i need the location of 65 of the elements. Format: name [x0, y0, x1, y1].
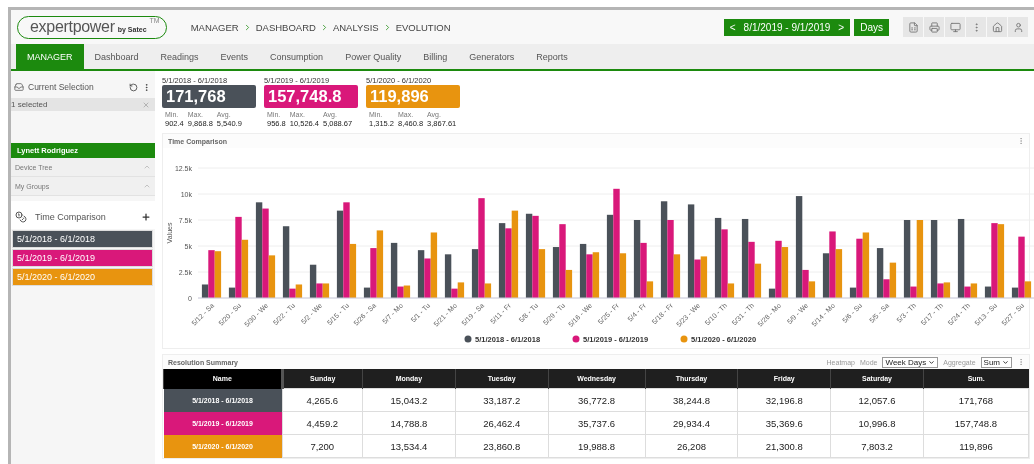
aggregate-select[interactable]: Sum — [980, 356, 1012, 368]
period-item[interactable]: 5/1/2019 - 6/1/2019 — [12, 249, 153, 267]
table-cell: 21,300.8 — [737, 434, 831, 458]
nav-tab[interactable]: Power Quality — [334, 44, 413, 69]
table-cell: 19,988.8 — [548, 434, 646, 458]
table-cell: 14,788.8 — [362, 411, 456, 435]
table-cell: 26,208 — [645, 434, 738, 458]
chevron-down-icon — [928, 358, 936, 366]
table-cell: 15,043.2 — [362, 388, 456, 412]
reset-icon[interactable] — [129, 82, 138, 92]
nav-tab[interactable]: Events — [209, 44, 260, 69]
total-value: 157,748.8 — [264, 85, 358, 108]
table-cell: 13,534.4 — [362, 434, 456, 458]
table-cell: 7,200 — [282, 434, 363, 458]
table-cell: 4,459.2 — [282, 411, 363, 435]
breadcrumb-item[interactable]: DASHBOARD — [255, 21, 316, 33]
table-cell: 36,772.8 — [548, 388, 646, 412]
table-cell: 171,768 — [923, 388, 1029, 412]
home-icon[interactable] — [987, 17, 1007, 37]
spreadsheet-icon[interactable] — [903, 17, 923, 37]
table-cell: 32,196.8 — [737, 388, 831, 412]
total-value: 119,896 — [366, 85, 460, 108]
breadcrumb-item[interactable]: MANAGER — [190, 21, 239, 33]
date-range-button[interactable]: < 8/1/2019 - 9/1/2019 > — [723, 18, 851, 36]
table-cell: 4,265.6 — [282, 388, 363, 412]
table-cell: 12,057.6 — [830, 388, 924, 412]
nav-tab[interactable]: Reports — [525, 44, 579, 69]
resolution-button[interactable]: Days — [854, 18, 889, 36]
table-cell: 119,896 — [923, 434, 1029, 458]
more-icon[interactable] — [142, 82, 151, 92]
table-cell: 7,803.2 — [830, 434, 924, 458]
breadcrumb-item[interactable]: ANALYSIS — [332, 21, 379, 33]
chevron-down-icon — [1002, 358, 1009, 366]
user-icon[interactable] — [1008, 17, 1028, 37]
close-icon[interactable] — [142, 100, 150, 109]
nav-tab[interactable]: Generators — [458, 44, 526, 69]
table-cell: 38,244.8 — [645, 388, 738, 412]
period-item[interactable]: 5/1/2018 - 6/1/2018 — [12, 230, 153, 248]
chevron-up-icon — [143, 163, 151, 171]
table-cell: 23,860.8 — [455, 434, 549, 458]
nav-tab[interactable]: Dashboard — [83, 44, 150, 69]
table-cell: 10,996.8 — [830, 411, 924, 435]
print-icon[interactable] — [924, 17, 944, 37]
coins-icon — [15, 211, 27, 223]
table-cell: 35,369.6 — [737, 411, 831, 435]
mode-select[interactable]: Week Days — [882, 356, 939, 368]
panel-title: Time Comparison — [35, 212, 107, 222]
table-cell: 33,187.2 — [455, 388, 549, 412]
table-cell: 26,462.4 — [455, 411, 549, 435]
selection-count: 1 selected — [11, 100, 48, 109]
table-cell: 29,934.4 — [645, 411, 738, 435]
logo-wordmark: expertpower — [30, 17, 115, 36]
breadcrumb-item[interactable]: EVOLUTION — [395, 21, 451, 33]
total-value: 171,768 — [162, 85, 256, 108]
nav-tab[interactable]: Billing — [412, 44, 459, 69]
chevron-up-icon — [143, 182, 151, 190]
table-cell: 157,748.8 — [923, 411, 1029, 435]
monitor-icon[interactable] — [945, 17, 965, 37]
nav-tab[interactable]: Consumption — [259, 44, 335, 69]
table-cell: 35,737.6 — [548, 411, 646, 435]
panel-title: Current Selection — [28, 82, 95, 92]
tray-icon — [14, 82, 24, 92]
nav-tab[interactable]: MANAGER — [16, 44, 84, 69]
nav-tab[interactable]: Readings — [149, 44, 210, 69]
add-icon[interactable] — [141, 212, 151, 222]
